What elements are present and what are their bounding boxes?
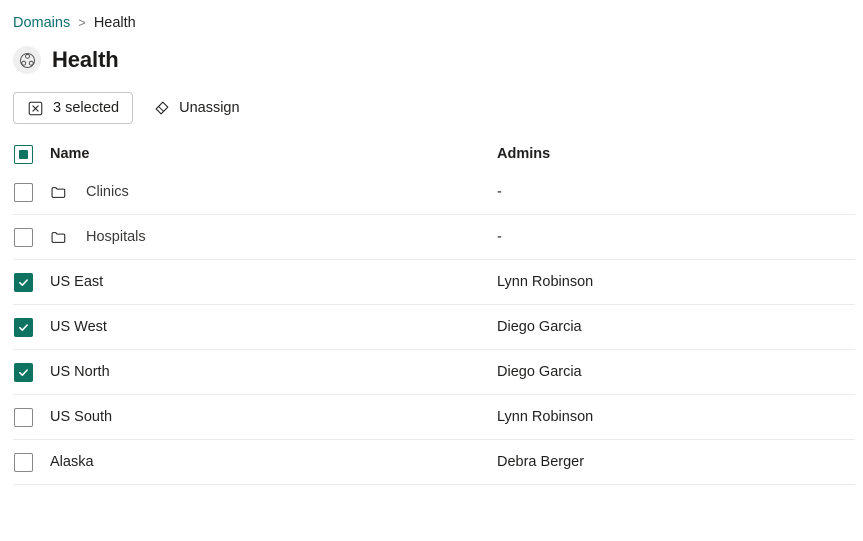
row-name-label: Hospitals [86, 228, 146, 246]
row-name-cell[interactable]: Hospitals [50, 228, 497, 246]
row-admins-cell: Lynn Robinson [497, 408, 855, 426]
row-name-cell[interactable]: US North [50, 363, 497, 381]
row-checkbox-checked[interactable] [14, 273, 33, 292]
unassign-label: Unassign [179, 99, 239, 117]
row-name-label: US North [50, 363, 110, 381]
row-name-label: US East [50, 273, 103, 291]
column-header-name[interactable]: Name [50, 146, 497, 162]
domains-table: Name Admins Clinics - Hospitals - US East Lyn… [13, 138, 855, 485]
row-name-label: Alaska [50, 453, 94, 471]
checkmark-icon [18, 277, 29, 288]
row-name-cell[interactable]: Alaska [50, 453, 497, 471]
row-name-label: US West [50, 318, 107, 336]
checkmark-icon [18, 367, 29, 378]
row-select-cell [13, 228, 50, 247]
row-select-cell [13, 273, 50, 292]
row-name-label: Clinics [86, 183, 129, 201]
breadcrumb-separator-icon: > [77, 14, 87, 32]
row-admins-cell: Diego Garcia [497, 363, 855, 381]
row-name-cell[interactable]: Clinics [50, 183, 497, 201]
domain-nodes-icon [13, 46, 41, 74]
row-checkbox[interactable] [14, 408, 33, 427]
row-admins-cell: Lynn Robinson [497, 273, 855, 291]
table-body: Clinics-Hospitals-US EastLynn RobinsonUS… [13, 170, 855, 485]
row-name-label: US South [50, 408, 112, 426]
column-header-admins[interactable]: Admins [497, 145, 855, 163]
dismiss-square-icon [27, 100, 44, 117]
eraser-icon [153, 100, 170, 117]
row-name-cell[interactable]: US West [50, 318, 497, 336]
page-root: Domains > Health Health 3 selected [0, 0, 863, 541]
row-select-cell [13, 453, 50, 472]
row-admins-cell: Debra Berger [497, 453, 855, 471]
row-checkbox-checked[interactable] [14, 318, 33, 337]
row-select-cell [13, 183, 50, 202]
table-row[interactable]: Hospitals - [13, 215, 855, 260]
table-row[interactable]: Alaska Debra Berger [13, 440, 855, 485]
selection-count-button[interactable]: 3 selected [13, 92, 133, 124]
column-header-admins-label: Admins [497, 146, 550, 162]
toolbar: 3 selected Unassign [0, 91, 863, 125]
row-admins-cell: - [497, 183, 855, 201]
page-title: Health [52, 46, 119, 74]
row-checkbox[interactable] [14, 228, 33, 247]
indeterminate-mark-icon [19, 150, 28, 159]
unassign-button[interactable]: Unassign [139, 92, 253, 124]
row-checkbox-checked[interactable] [14, 363, 33, 382]
table-header-row: Name Admins [13, 138, 855, 170]
folder-icon [50, 184, 86, 201]
row-admins-cell: Diego Garcia [497, 318, 855, 336]
row-admins-cell: - [497, 228, 855, 246]
breadcrumb: Domains > Health [0, 0, 863, 32]
select-all-checkbox[interactable] [14, 145, 33, 164]
table-row[interactable]: US East Lynn Robinson [13, 260, 855, 305]
row-select-cell [13, 318, 50, 337]
page-header: Health [0, 43, 863, 77]
breadcrumb-item-domains[interactable]: Domains [13, 14, 70, 32]
table-row[interactable]: US South Lynn Robinson [13, 395, 855, 440]
row-checkbox[interactable] [14, 453, 33, 472]
selection-count-label: 3 selected [53, 99, 119, 117]
checkmark-icon [18, 322, 29, 333]
table-row[interactable]: US West Diego Garcia [13, 305, 855, 350]
column-header-name-label: Name [50, 146, 90, 162]
row-name-cell[interactable]: US South [50, 408, 497, 426]
row-checkbox[interactable] [14, 183, 33, 202]
table-row[interactable]: Clinics - [13, 170, 855, 215]
row-select-cell [13, 363, 50, 382]
row-name-cell[interactable]: US East [50, 273, 497, 291]
select-all-cell [13, 145, 50, 164]
breadcrumb-item-health: Health [94, 14, 136, 32]
table-row[interactable]: US North Diego Garcia [13, 350, 855, 395]
folder-icon [50, 229, 86, 246]
row-select-cell [13, 408, 50, 427]
